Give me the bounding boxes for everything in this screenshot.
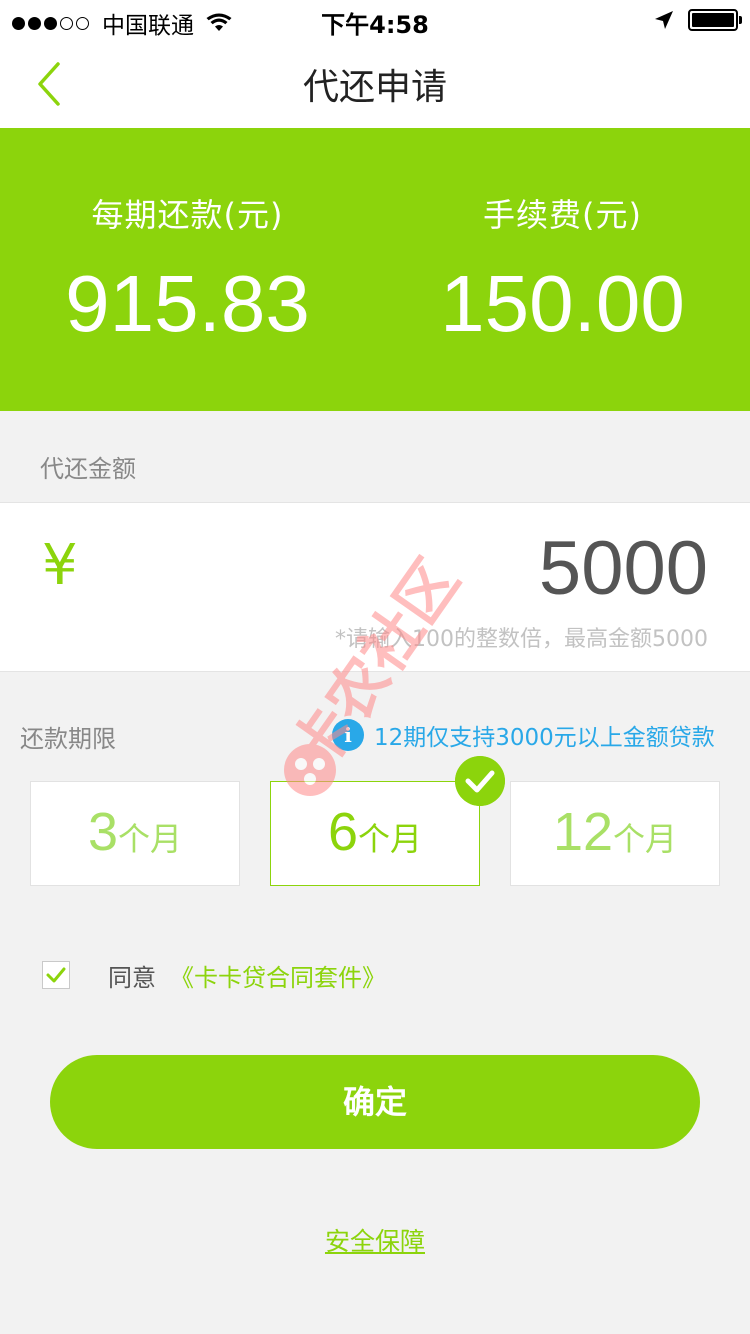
term-option-unit: 个月 [613,820,678,858]
location-arrow-icon [655,11,673,29]
term-option-number: 12 [552,802,614,862]
amount-hint: *请输入100的整数倍，最高金额5000 [335,627,708,652]
term-option-6-months[interactable]: 6个月 [270,781,480,886]
contract-link[interactable]: 《卡卡贷合同套件》 [170,958,386,993]
term-option-number: 3 [87,802,119,862]
term-option-3-months[interactable]: 3个月 [30,781,240,886]
status-right [654,9,742,31]
installment-value: 915.83 [65,259,310,348]
selected-check-icon [455,756,505,806]
installment-label: 每期还款(元) [91,196,284,234]
agree-prefix: 同意 [108,964,156,992]
term-note-text: 12期仅支持3000元以上金额贷款 [374,725,715,751]
fee-label: 手续费(元) [483,196,642,234]
agree-checkbox[interactable] [42,961,70,989]
status-time: 下午4:58 [321,11,429,39]
security-link-label: 安全保障 [324,1227,425,1256]
security-link[interactable]: 安全保障 [0,1222,750,1258]
fee-value: 150.00 [440,259,685,348]
amount-section-label: 代还金额 [40,455,136,483]
status-bar: 中国联通 下午4:58 [0,0,750,40]
term-note: i 12期仅支持3000元以上金额贷款 [332,718,715,752]
term-option-unit: 个月 [358,820,423,858]
term-option-12-months[interactable]: 12个月 [510,781,720,886]
term-option-unit: 个月 [118,820,183,858]
checkmark-icon [46,967,66,983]
term-option-number: 6 [327,802,359,862]
amount-input[interactable] [308,525,708,612]
fee-summary: 手续费(元) 150.00 [375,128,750,411]
amount-box: ¥ *请输入100的整数倍，最高金额5000 [0,502,750,672]
repayment-summary: 每期还款(元) 915.83 手续费(元) 150.00 [0,128,750,411]
info-icon: i [332,719,364,751]
term-section-label: 还款期限 [20,725,116,753]
yen-icon: ¥ [42,533,78,598]
page-title: 代还申请 [302,67,447,108]
battery-icon [688,9,742,31]
installment-summary: 每期还款(元) 915.83 [0,128,375,411]
confirm-button[interactable]: 确定 [50,1055,700,1149]
navigation-bar: 代还申请 [0,40,750,128]
